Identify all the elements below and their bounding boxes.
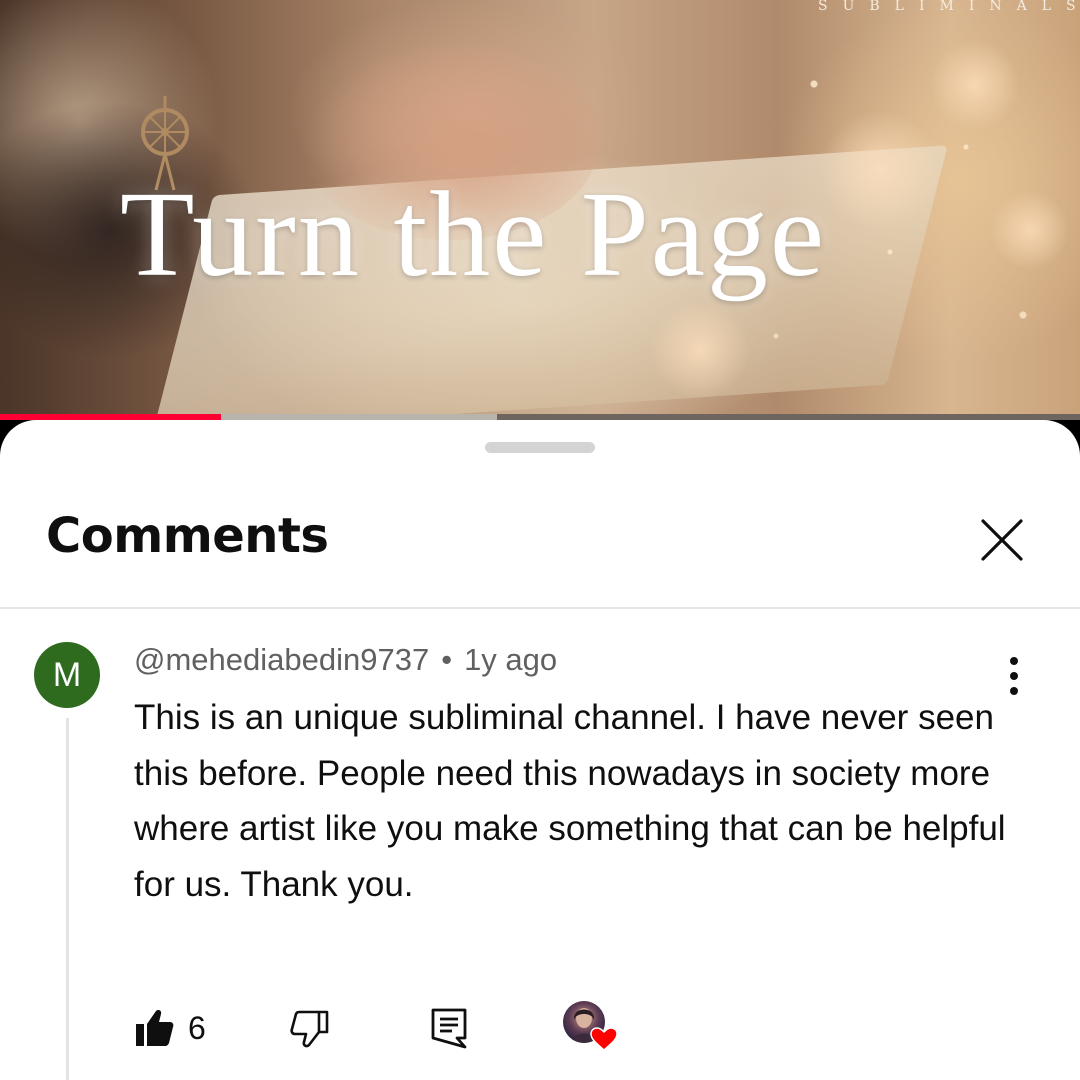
like-count: 6 [188, 1009, 206, 1046]
bokeh-light [990, 190, 1070, 270]
comment-time: 1y ago [464, 642, 558, 677]
dislike-button[interactable] [289, 1006, 329, 1050]
thumbs-up-icon [136, 1010, 174, 1046]
header-divider [0, 607, 1080, 609]
video-title-overlay: Turn the Page [120, 167, 827, 302]
avatar[interactable]: M [34, 642, 100, 708]
comments-title: Comments [46, 508, 329, 564]
drag-handle[interactable] [485, 442, 595, 453]
close-icon [981, 519, 1023, 561]
channel-brand: SUBLIMINALS [818, 0, 1080, 14]
reply-button[interactable] [430, 1006, 468, 1050]
bokeh-light [650, 300, 750, 400]
close-button[interactable] [972, 510, 1032, 570]
thread-line [66, 718, 69, 1080]
comments-sheet: Comments M @mehediabedin9737 • 1y ago This… [0, 420, 1080, 1080]
creator-heart-icon [563, 1001, 618, 1051]
like-button[interactable]: 6 [134, 1006, 206, 1050]
thumbs-down-icon [290, 1010, 329, 1048]
video-player[interactable]: SUBLIMINALS Turn the Page [0, 0, 1080, 420]
comment-actions: 6 [134, 1001, 1034, 1051]
bokeh-light [930, 40, 1020, 130]
reply-icon [431, 1008, 467, 1049]
meta-separator: • [441, 642, 453, 677]
comment-meta: @mehediabedin9737 • 1y ago [134, 642, 557, 678]
comment-text: This is an unique subliminal channel. I … [134, 698, 1006, 904]
creator-heart[interactable] [562, 1000, 618, 1052]
comment-author[interactable]: @mehediabedin9737 [134, 642, 429, 677]
